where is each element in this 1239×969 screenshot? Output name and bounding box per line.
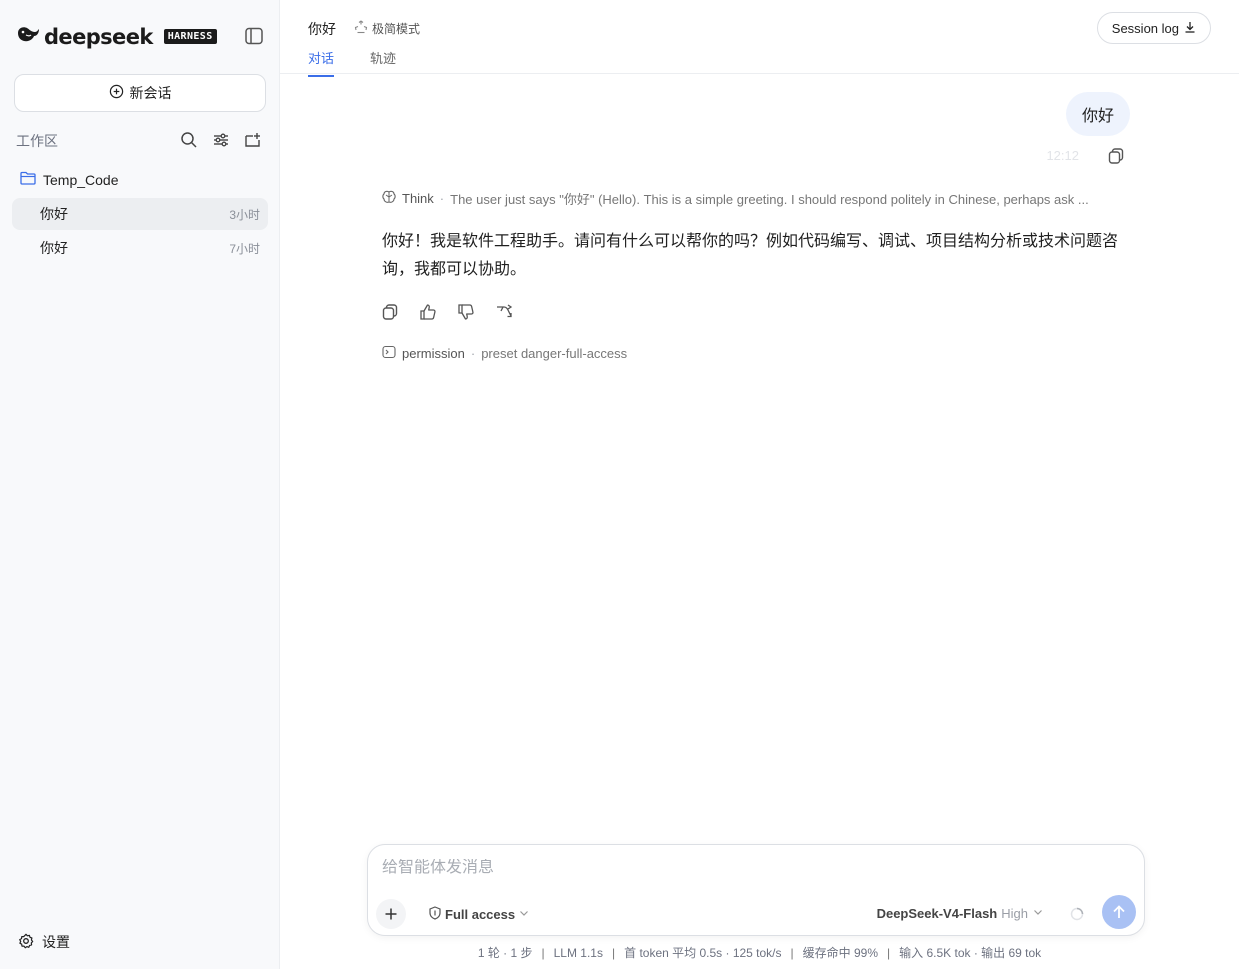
search-icon[interactable] <box>180 131 198 149</box>
new-chat-button[interactable]: 新会话 <box>14 74 266 112</box>
user-message: 你好 <box>1065 92 1130 136</box>
chevron-down-icon <box>1032 906 1044 921</box>
access-selector[interactable]: Full access <box>428 906 530 923</box>
brain-icon <box>382 190 396 207</box>
session-log-button[interactable]: Session log <box>1096 12 1211 44</box>
copy-icon[interactable] <box>381 303 399 321</box>
branch-icon[interactable] <box>495 303 513 321</box>
settings-button[interactable]: 设置 <box>18 932 70 952</box>
mode-toggle[interactable]: 极简模式 <box>354 20 420 37</box>
tab-conversation[interactable]: 对话 <box>308 48 335 77</box>
thumbs-up-icon[interactable] <box>419 303 437 321</box>
think-summary[interactable]: Think · The user just says "你好" (Hello).… <box>382 189 1132 208</box>
sidebar: deepseek HARNESS 新会话 工作区 Temp_Code 你好 3小… <box>0 0 280 969</box>
brand-logo[interactable]: deepseek HARNESS <box>16 24 217 49</box>
turns-stat: 1 轮 · 1 步 <box>477 946 533 960</box>
whale-logo-icon <box>16 24 40 49</box>
copy-icon[interactable] <box>1107 147 1125 165</box>
loading-spinner-icon <box>1070 907 1084 921</box>
separator-dot: · <box>439 191 445 206</box>
sidebar-toggle-icon[interactable] <box>244 27 264 45</box>
download-icon <box>1184 21 1196 36</box>
page-title: 你好 <box>308 21 336 37</box>
separator-dot: · <box>470 346 476 361</box>
io-stat: 输入 6.5K tok · 输出 69 tok <box>899 946 1042 960</box>
permission-label: permission <box>402 346 465 361</box>
permission-status: permission · preset danger-full-access <box>382 345 627 362</box>
think-label: Think <box>402 191 434 206</box>
thumbs-down-icon[interactable] <box>457 303 475 321</box>
conversation-title: 你好 <box>40 240 68 256</box>
mode-label: 极简模式 <box>372 22 421 36</box>
chat-header: 你好 极简模式 对话 轨迹 Session log <box>280 0 1239 77</box>
plus-icon <box>385 908 397 920</box>
assistant-message: 你好！我是软件工程助手。请问有什么可以帮你的吗？例如代码编写、调试、项目结构分析… <box>382 233 1119 278</box>
access-label: Full access <box>445 907 516 922</box>
conversation-time: 3小时 <box>229 207 260 222</box>
separator: | <box>541 946 545 960</box>
usage-stats: 1 轮 · 1 步 | LLM 1.1s | 首 token 平均 0.5s · 125… <box>280 944 1239 961</box>
session-log-label: Session log <box>1111 20 1179 36</box>
token-speed-stat: 首 token 平均 0.5s · 125 tok/s <box>624 946 782 960</box>
gear-icon <box>18 933 34 952</box>
message-composer: Full access DeepSeek-V4-Flash High <box>367 844 1145 936</box>
recycle-icon <box>354 20 368 37</box>
message-time: 12:12 <box>1046 148 1079 163</box>
shield-icon <box>428 906 442 923</box>
send-button[interactable] <box>1102 895 1136 929</box>
llm-stat: LLM 1.1s <box>553 946 603 960</box>
chevron-down-icon <box>518 907 530 922</box>
conversation-item[interactable]: 你好 7小时 <box>12 232 268 264</box>
tab-trace[interactable]: 轨迹 <box>370 48 396 75</box>
workspace-toolbar <box>180 131 262 149</box>
folder-icon <box>20 171 36 188</box>
message-actions <box>381 303 513 321</box>
settings-label: 设置 <box>42 934 70 950</box>
brand-name: deepseek <box>44 24 153 49</box>
permission-detail: preset danger-full-access <box>481 346 628 361</box>
terminal-icon <box>382 345 396 362</box>
conversation-title: 你好 <box>40 206 68 222</box>
conversation-time: 7小时 <box>229 241 260 256</box>
conversation-item[interactable]: 你好 3小时 <box>12 198 268 230</box>
arrow-up-icon <box>1113 905 1125 918</box>
chat-panel: 你好 极简模式 对话 轨迹 Session log 你好 12:12 Think… <box>280 0 1239 969</box>
model-name: DeepSeek-V4-Flash <box>876 906 998 921</box>
brand-badge: HARNESS <box>163 29 217 44</box>
filter-icon[interactable] <box>212 131 230 149</box>
model-selector[interactable]: DeepSeek-V4-Flash High <box>877 906 1044 921</box>
message-input[interactable] <box>382 859 1122 877</box>
workspace-label: 工作区 <box>16 133 58 149</box>
separator: | <box>790 946 794 960</box>
think-text: The user just says "你好" (Hello). This is… <box>450 192 1089 207</box>
folder-name: Temp_Code <box>43 171 119 188</box>
new-folder-icon[interactable] <box>244 131 262 149</box>
attach-button[interactable] <box>376 899 406 929</box>
new-chat-label: 新会话 <box>129 85 172 101</box>
plus-circle-icon <box>109 84 124 102</box>
reasoning-level: High <box>1001 906 1028 921</box>
separator: | <box>611 946 616 960</box>
workspace-folder[interactable]: Temp_Code <box>20 171 119 188</box>
separator: | <box>887 946 891 960</box>
cache-stat: 缓存命中 99% <box>802 946 878 960</box>
